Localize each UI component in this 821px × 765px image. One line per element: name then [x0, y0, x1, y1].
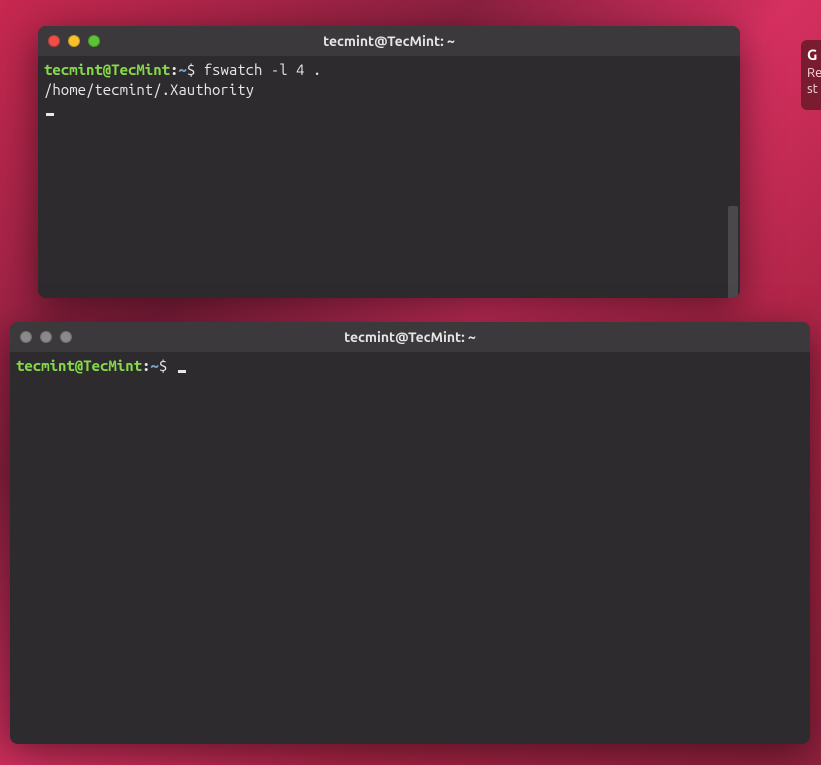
- command-text: fswatch -l 4 .: [204, 61, 322, 78]
- notification-title: G: [807, 46, 819, 65]
- cursor-icon: [46, 113, 54, 116]
- prompt-path: ~: [150, 357, 158, 374]
- maximize-icon[interactable]: [60, 331, 72, 343]
- desktop-notification[interactable]: G Re st: [801, 40, 821, 110]
- prompt-symbol: $: [159, 357, 167, 374]
- close-icon[interactable]: [48, 35, 60, 47]
- terminal-window-2[interactable]: tecmint@TecMint: ~ tecmint@TecMint:~$: [10, 322, 810, 744]
- terminal-body[interactable]: tecmint@TecMint:~$ fswatch -l 4 . /home/…: [38, 56, 740, 298]
- prompt-line: tecmint@TecMint:~$: [16, 356, 804, 376]
- prompt-line: tecmint@TecMint:~$ fswatch -l 4 .: [44, 60, 734, 80]
- window-controls: [38, 35, 100, 47]
- terminal-body[interactable]: tecmint@TecMint:~$: [10, 352, 810, 744]
- close-icon[interactable]: [20, 331, 32, 343]
- prompt-path: ~: [178, 61, 186, 78]
- output-line: /home/tecmint/.Xauthority: [44, 80, 734, 100]
- prompt-user-host: tecmint@TecMint: [44, 61, 170, 78]
- window-title: tecmint@TecMint: ~: [38, 33, 740, 49]
- notification-line: st: [807, 81, 819, 97]
- cursor-icon: [178, 370, 186, 373]
- cursor-line: [44, 99, 734, 119]
- titlebar[interactable]: tecmint@TecMint: ~: [38, 26, 740, 56]
- terminal-window-1[interactable]: tecmint@TecMint: ~ tecmint@TecMint:~$ fs…: [38, 26, 740, 298]
- prompt-symbol: $: [187, 61, 195, 78]
- window-title: tecmint@TecMint: ~: [10, 329, 810, 345]
- minimize-icon[interactable]: [68, 35, 80, 47]
- notification-line: Re: [807, 65, 819, 81]
- prompt-user-host: tecmint@TecMint: [16, 357, 142, 374]
- window-controls: [10, 331, 72, 343]
- minimize-icon[interactable]: [40, 331, 52, 343]
- titlebar[interactable]: tecmint@TecMint: ~: [10, 322, 810, 352]
- scrollbar[interactable]: [728, 206, 738, 298]
- maximize-icon[interactable]: [88, 35, 100, 47]
